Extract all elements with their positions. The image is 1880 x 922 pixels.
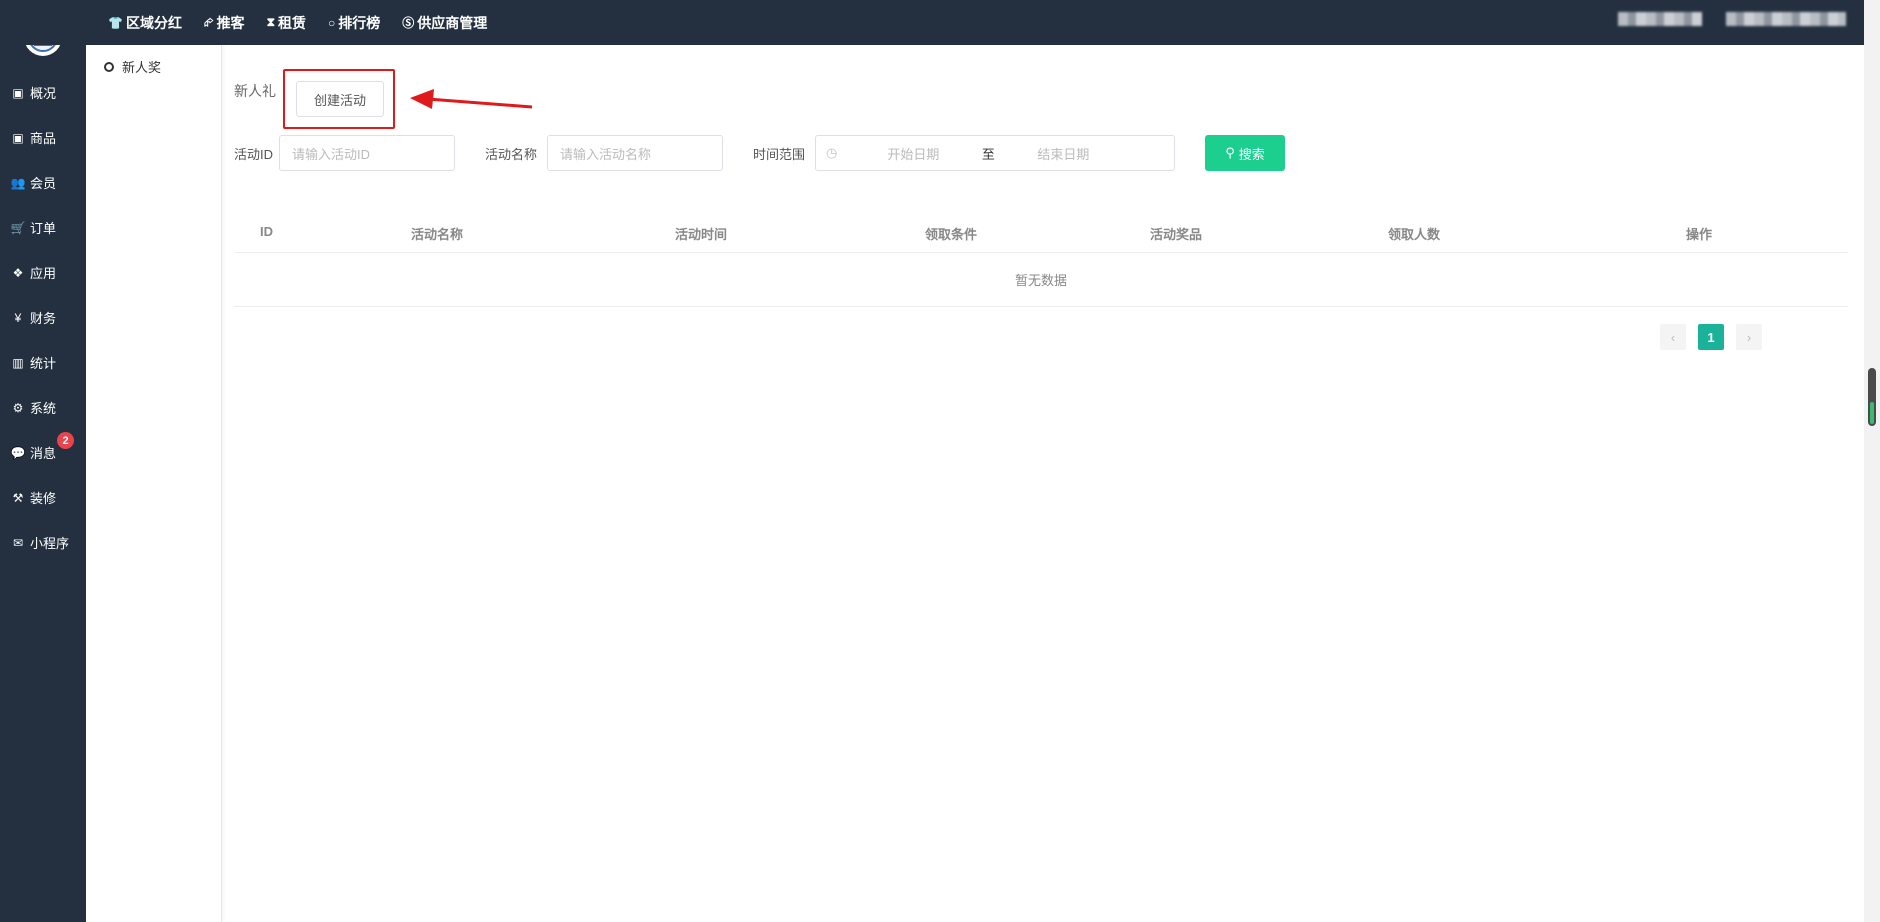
bar-chart-icon: ▥ [12, 355, 24, 370]
wechat-icon: ✉ [12, 535, 24, 550]
topnav-item-regional-dividend[interactable]: 👕 区域分红 [108, 13, 182, 33]
share-icon: ⮳ [203, 15, 214, 29]
left-sidebar: ▣ 概况 ▣ 商品 👥 会员 🛒 订单 ❖ 应用 ¥ 财务 ▥ 统计 ⚙ 系统 💬 消息 2 ⚒ 装修… [0, 0, 86, 922]
page-header: 新人礼 [234, 81, 286, 101]
sidebar-item-finance[interactable]: ¥ 财务 [0, 295, 86, 340]
search-button[interactable]: ⚲ 搜索 [1205, 135, 1286, 171]
sidebar-item-statistics[interactable]: ▥ 统计 [0, 340, 86, 385]
page-scrollbar[interactable] [1864, 0, 1880, 922]
scrollbar-indicator [1870, 402, 1874, 424]
table-empty-state: 暂无数据 [234, 253, 1848, 307]
activity-id-input[interactable]: 请输入活动ID [279, 135, 456, 171]
sidebar-item-label: 财务 [30, 311, 57, 326]
user-area[interactable] [1618, 12, 1846, 26]
topnav-label: 供应商管理 [417, 14, 488, 31]
circle-icon: ○ [328, 15, 336, 30]
activity-table: ID 活动名称 活动时间 领取条件 活动奖品 领取人数 操作 暂无数据 [234, 211, 1848, 307]
sidebar-item-label: 商品 [30, 131, 57, 146]
annotation-arrow-icon [410, 89, 533, 109]
pagination: ‹ 1 › [1660, 324, 1762, 350]
sidebar-menu: ▣ 概况 ▣ 商品 👥 会员 🛒 订单 ❖ 应用 ¥ 财务 ▥ 统计 ⚙ 系统 💬 消息 2 ⚒ 装修… [0, 70, 86, 565]
cubes-icon: ❖ [12, 265, 24, 280]
prev-page-button[interactable]: ‹ [1660, 324, 1686, 350]
column-header-activity-prize: 活动奖品 [1150, 227, 1203, 242]
redacted-text [1726, 12, 1846, 26]
box-icon: ▣ [12, 130, 24, 145]
cart-icon: 🛒 [10, 220, 26, 235]
sidebar-item-label: 概况 [30, 86, 57, 101]
sidebar-item-orders[interactable]: 🛒 订单 [0, 205, 86, 250]
box-icon: ▣ [12, 85, 24, 100]
sidebar-item-goods[interactable]: ▣ 商品 [0, 115, 86, 160]
filter-bar: 活动ID 请输入活动ID 活动名称 请输入活动名称 时间范围 ◷ 开始日期 至 … [234, 135, 1286, 171]
subnav-item-newcomer-award[interactable]: 新人奖 [86, 45, 221, 76]
table-header: ID 活动名称 活动时间 领取条件 活动奖品 领取人数 操作 [234, 211, 1848, 253]
column-header-id: ID [260, 224, 273, 239]
topnav-label: 租赁 [278, 14, 306, 31]
sidebar-item-overview[interactable]: ▣ 概况 [0, 70, 86, 115]
sidebar-item-label: 应用 [30, 266, 57, 281]
sidebar-item-label: 订单 [30, 221, 57, 236]
sub-sidebar: 新人奖 [86, 45, 222, 922]
clock-icon: ◷ [826, 145, 838, 160]
main-content: 新人礼 创建活动 活动ID 请输入活动ID 活动名称 请输入活动名称 时间范围 … [234, 45, 1850, 922]
comment-icon: 💬 [10, 445, 26, 460]
yen-icon: ¥ [14, 310, 22, 325]
activity-name-label: 活动名称 [485, 146, 538, 162]
column-header-claim-count: 领取人数 [1388, 227, 1441, 242]
column-header-activity-name: 活动名称 [411, 227, 464, 242]
top-nav: 👕 区域分红 ⮳ 推客 ⧗ 租赁 ○ 排行榜 Ⓢ 供应商管理 [108, 0, 509, 45]
topnav-label: 排行榜 [338, 14, 381, 31]
create-activity-button[interactable]: 创建活动 [296, 81, 384, 117]
search-icon: ⚲ [1225, 145, 1235, 160]
end-date-input[interactable]: 结束日期 [1013, 144, 1113, 163]
sidebar-item-decoration[interactable]: ⚒ 装修 [0, 475, 86, 520]
person-icon: 👕 [108, 15, 123, 30]
gavel-icon: ⚒ [12, 490, 24, 505]
activity-id-label: 活动ID [234, 146, 274, 162]
activity-name-input[interactable]: 请输入活动名称 [547, 135, 724, 171]
page-button-current[interactable]: 1 [1698, 324, 1724, 350]
date-range-picker[interactable]: ◷ 开始日期 至 结束日期 [815, 135, 1176, 171]
next-page-button[interactable]: › [1736, 324, 1762, 350]
search-button-label: 搜索 [1238, 146, 1265, 162]
column-header-activity-time: 活动时间 [675, 227, 728, 242]
sidebar-item-miniprogram[interactable]: ✉ 小程序 [0, 520, 86, 565]
sidebar-item-members[interactable]: 👥 会员 [0, 160, 86, 205]
topnav-item-leaderboard[interactable]: ○ 排行榜 [328, 13, 380, 33]
sidebar-item-system[interactable]: ⚙ 系统 [0, 385, 86, 430]
sidebar-item-label: 装修 [30, 491, 57, 506]
sidebar-item-label: 系统 [30, 401, 57, 416]
users-icon: 👥 [10, 175, 26, 190]
sidebar-item-messages[interactable]: 💬 消息 2 [0, 430, 86, 475]
redacted-text [1618, 12, 1702, 26]
subnav-label: 新人奖 [122, 60, 162, 75]
page-title: 新人礼 [234, 83, 276, 99]
top-bar: 👕 区域分红 ⮳ 推客 ⧗ 租赁 ○ 排行榜 Ⓢ 供应商管理 [0, 0, 1864, 45]
skype-icon: Ⓢ [402, 16, 415, 30]
topnav-label: 推客 [216, 14, 245, 31]
sidebar-item-label: 小程序 [30, 536, 70, 551]
sidebar-item-label: 会员 [30, 176, 57, 191]
topnav-item-supplier[interactable]: Ⓢ 供应商管理 [402, 13, 487, 33]
sidebar-item-label: 消息 [30, 446, 57, 461]
circle-icon [104, 61, 114, 72]
column-header-claim-condition: 领取条件 [925, 227, 978, 242]
start-date-input[interactable]: 开始日期 [863, 144, 963, 163]
sidebar-item-label: 统计 [30, 356, 57, 371]
unread-badge: 2 [57, 432, 74, 449]
topnav-item-promoter[interactable]: ⮳ 推客 [204, 13, 245, 33]
hourglass-icon: ⧗ [266, 15, 275, 29]
gears-icon: ⚙ [12, 400, 24, 415]
column-header-actions: 操作 [1686, 227, 1713, 242]
topnav-item-rental[interactable]: ⧗ 租赁 [267, 13, 306, 33]
range-separator: 至 [981, 146, 995, 162]
topnav-label: 区域分红 [125, 14, 182, 31]
sidebar-item-apps[interactable]: ❖ 应用 [0, 250, 86, 295]
time-range-label: 时间范围 [753, 146, 806, 162]
